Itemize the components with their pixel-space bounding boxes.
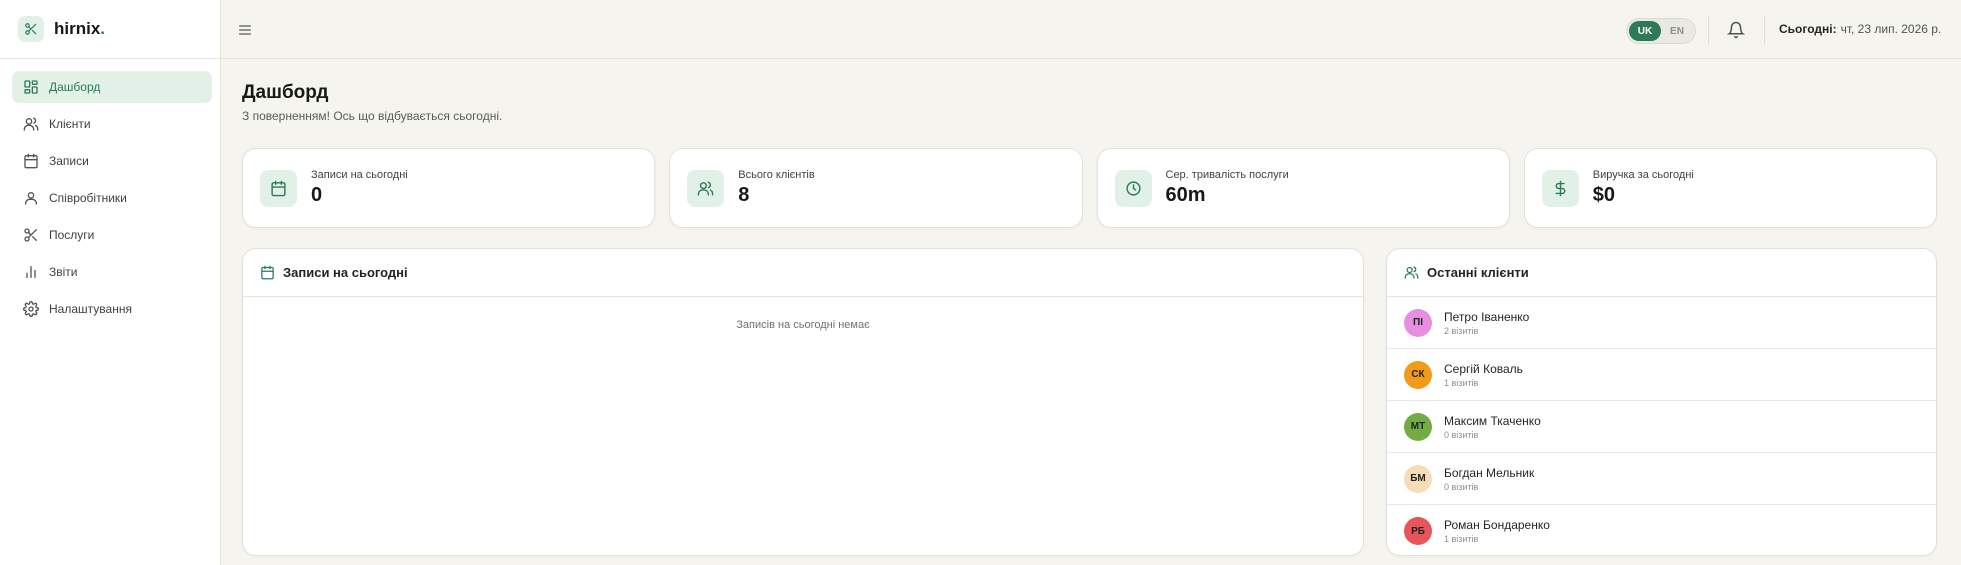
scissors-icon — [23, 227, 39, 243]
stat-value: 60m — [1165, 184, 1206, 206]
sidebar: hirnix. Дашборд Клієнти Записи Співробіт… — [0, 0, 221, 565]
sidebar-nav: Дашборд Клієнти Записи Співробітники Пос… — [0, 59, 220, 325]
avatar: БМ — [1404, 464, 1432, 493]
header-divider — [1708, 16, 1709, 44]
client-list-item[interactable]: СК Сергій Коваль 1 візитів — [1387, 349, 1936, 401]
sidebar-item-label: Співробітники — [49, 191, 127, 205]
client-name: Роман Бондаренко — [1444, 518, 1550, 532]
stat-label: Сер. тривалість послуги — [1165, 169, 1289, 181]
avatar: ПІ — [1404, 308, 1432, 337]
panel-title: Останні клієнти — [1427, 265, 1529, 280]
today-appointments-panel: Записи на сьогодні Записів на сьогодні н… — [242, 248, 1364, 556]
stat-label: Всього клієнтів — [738, 169, 815, 181]
calendar-icon — [260, 265, 275, 280]
user-icon — [23, 190, 39, 206]
client-visits: 0 візитів — [1444, 429, 1479, 440]
brand-name: hirnix. — [54, 19, 106, 38]
empty-state-text: Записів на сьогодні немає — [736, 319, 870, 331]
users-icon — [687, 169, 725, 207]
stat-card-avg-duration: Сер. тривалість послуги 60m — [1096, 148, 1510, 228]
stat-card-revenue-today: Виручка за сьогодні $0 — [1523, 148, 1937, 228]
stat-card-total-clients: Всього клієнтів 8 — [669, 148, 1083, 228]
client-name: Максим Ткаченко — [1444, 413, 1541, 428]
client-name: Сергій Коваль — [1444, 361, 1523, 376]
stats-row: Записи на сьогодні 0 Всього клієнтів 8 С… — [242, 148, 1937, 228]
avatar: МТ — [1404, 412, 1432, 441]
client-visits: 1 візитів — [1444, 377, 1479, 388]
sidebar-item-appointments[interactable]: Записи — [12, 145, 212, 177]
client-name: Богдан Мельник — [1444, 465, 1535, 480]
calendar-icon — [260, 169, 297, 207]
sidebar-item-label: Дашборд — [49, 80, 101, 94]
dashboard-icon — [23, 79, 39, 95]
sidebar-item-settings[interactable]: Налаштування — [12, 293, 212, 325]
page-subtitle: З поверненням! Ось що відбувається сього… — [242, 109, 503, 123]
sidebar-item-reports[interactable]: Звіти — [12, 256, 212, 288]
page-title: Дашборд — [242, 82, 329, 103]
brand[interactable]: hirnix. — [0, 0, 220, 59]
panel-header: Останні клієнти — [1387, 249, 1936, 297]
sidebar-item-label: Послуги — [49, 228, 95, 242]
client-list-item[interactable]: МТ Максим Ткаченко 0 візитів — [1387, 401, 1936, 453]
scissors-icon — [18, 16, 44, 42]
dollar-icon — [1541, 169, 1579, 207]
panel-header: Записи на сьогодні — [243, 249, 1363, 297]
users-icon — [1404, 265, 1419, 280]
client-list-item[interactable]: ПІ Петро Іваненко 2 візитів — [1387, 297, 1936, 349]
avatar: СК — [1404, 360, 1432, 389]
language-switcher: UK EN — [1626, 18, 1696, 44]
gear-icon — [23, 301, 39, 317]
stat-card-appointments-today: Записи на сьогодні 0 — [242, 148, 656, 228]
stat-label: Виручка за сьогодні — [1592, 169, 1694, 181]
stat-label: Записи на сьогодні — [311, 169, 408, 181]
stat-value: 0 — [311, 184, 323, 206]
today-value: чт, 23 лип. 2026 р. — [1840, 22, 1942, 36]
lang-uk-button[interactable]: UK — [1629, 21, 1661, 41]
bar-chart-icon — [23, 264, 39, 280]
header-divider — [1764, 16, 1765, 44]
users-icon — [23, 116, 39, 132]
menu-icon[interactable] — [237, 22, 253, 38]
sidebar-item-label: Налаштування — [49, 302, 132, 316]
stat-value: 8 — [738, 184, 750, 206]
top-header: UK EN Сьогодні: чт, 23 лип. 2026 р. — [221, 0, 1961, 59]
stat-value: $0 — [1592, 184, 1615, 206]
client-name: Петро Іваненко — [1444, 309, 1530, 324]
sidebar-item-label: Клієнти — [49, 117, 91, 131]
recent-clients-panel: Останні клієнти ПІ Петро Іваненко 2 візи… — [1386, 248, 1937, 556]
client-visits: 2 візитів — [1444, 325, 1479, 336]
sidebar-item-label: Звіти — [49, 265, 78, 279]
client-list-item[interactable]: РБ Роман Бондаренко 1 візитів — [1387, 505, 1936, 555]
sidebar-item-dashboard[interactable]: Дашборд — [12, 71, 212, 103]
client-list-item[interactable]: БМ Богдан Мельник 0 візитів — [1387, 453, 1936, 505]
clock-icon — [1114, 169, 1152, 207]
bell-icon[interactable] — [1727, 21, 1745, 39]
calendar-icon — [23, 153, 39, 169]
panel-title: Записи на сьогодні — [283, 265, 408, 280]
lang-en-button[interactable]: EN — [1661, 21, 1693, 41]
client-visits: 0 візитів — [1444, 481, 1479, 492]
today-date: Сьогодні: чт, 23 лип. 2026 р. — [1779, 22, 1941, 36]
today-label: Сьогодні: — [1779, 22, 1837, 36]
sidebar-item-label: Записи — [49, 154, 89, 168]
client-visits: 1 візитів — [1444, 534, 1479, 544]
avatar: РБ — [1404, 517, 1432, 545]
sidebar-item-services[interactable]: Послуги — [12, 219, 212, 251]
sidebar-item-clients[interactable]: Клієнти — [12, 108, 212, 140]
sidebar-item-staff[interactable]: Співробітники — [12, 182, 212, 214]
